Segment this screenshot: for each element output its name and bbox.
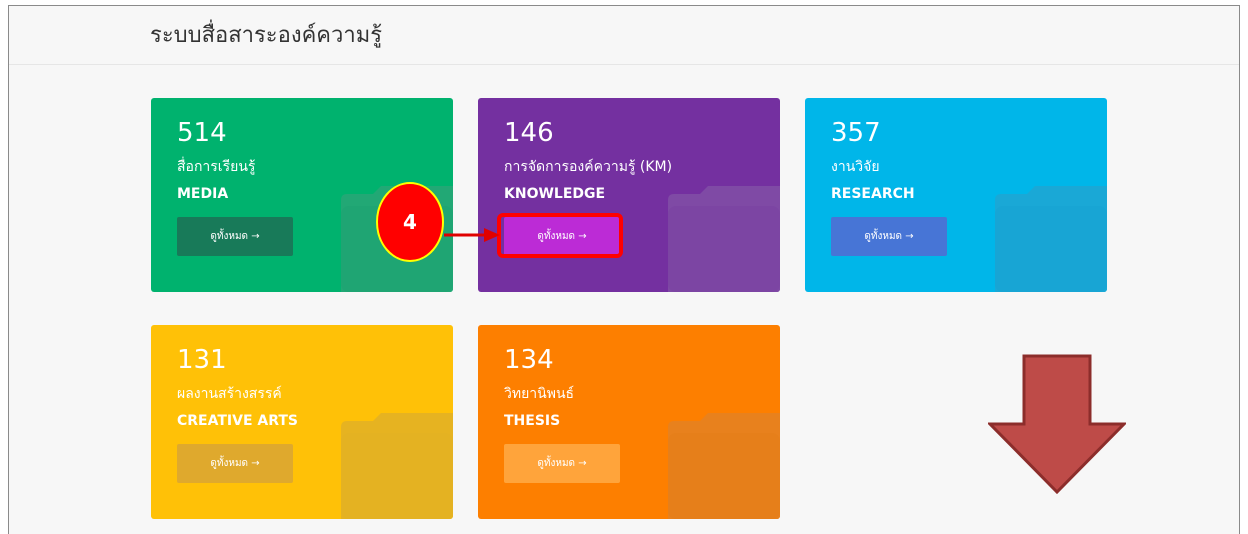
view-all-button[interactable]: ดูทั้งหมด → — [504, 444, 620, 483]
card-count: 514 — [177, 118, 227, 148]
folder-icon — [668, 186, 780, 292]
page-title: ระบบสื่อสาระองค์ความรู้ — [150, 23, 383, 48]
card-title-en: THESIS — [504, 413, 561, 429]
folder-icon — [995, 186, 1107, 292]
step-marker: 4 — [375, 181, 445, 263]
card-title-th: งานวิจัย — [831, 159, 880, 175]
view-all-button[interactable]: ดูทั้งหมด → — [831, 217, 947, 256]
card-thesis: 134 วิทยานิพนธ์ THESIS ดูทั้งหมด → — [478, 325, 780, 519]
card-title-th: สื่อการเรียนรู้ — [177, 159, 256, 175]
page-header: ระบบสื่อสาระองค์ความรู้ — [9, 6, 1239, 65]
card-title-en: MEDIA — [177, 186, 229, 202]
card-knowledge: 146 การจัดการองค์ความรู้ (KM) KNOWLEDGE … — [478, 98, 780, 292]
pointer-arrow-icon — [444, 226, 500, 248]
card-title-en: KNOWLEDGE — [504, 186, 606, 202]
card-research: 357 งานวิจัย RESEARCH ดูทั้งหมด → — [805, 98, 1107, 292]
step-number: 4 — [403, 210, 417, 234]
view-all-button[interactable]: ดูทั้งหมด → — [177, 444, 293, 483]
card-count: 357 — [831, 118, 881, 148]
card-title-en: RESEARCH — [831, 186, 915, 202]
card-title-en: CREATIVE ARTS — [177, 413, 299, 429]
highlight-box — [497, 213, 623, 258]
view-all-button[interactable]: ดูทั้งหมด → — [177, 217, 293, 256]
card-count: 131 — [177, 345, 227, 375]
card-title-th: วิทยานิพนธ์ — [504, 386, 575, 402]
card-count: 146 — [504, 118, 554, 148]
card-creative-arts: 131 ผลงานสร้างสรรค์ CREATIVE ARTS ดูทั้ง… — [151, 325, 453, 519]
card-title-th: การจัดการองค์ความรู้ (KM) — [504, 159, 673, 175]
down-arrow-icon — [986, 354, 1128, 498]
card-count: 134 — [504, 345, 554, 375]
folder-icon — [341, 413, 453, 519]
folder-icon — [668, 413, 780, 519]
card-title-th: ผลงานสร้างสรรค์ — [177, 386, 282, 402]
